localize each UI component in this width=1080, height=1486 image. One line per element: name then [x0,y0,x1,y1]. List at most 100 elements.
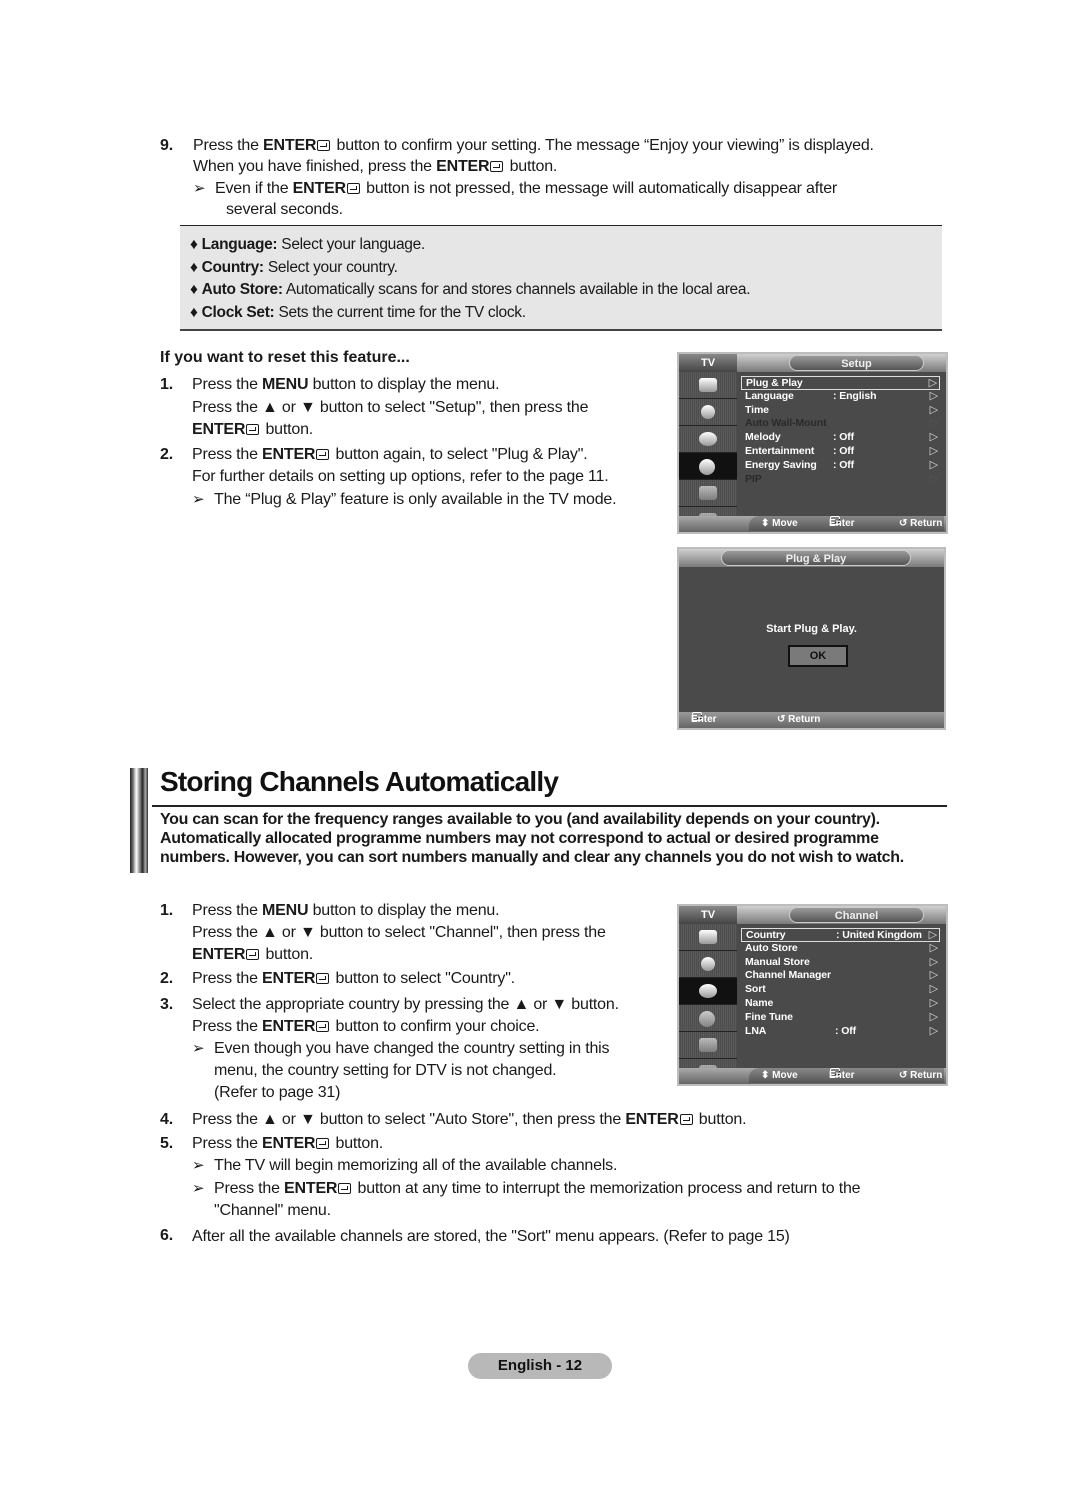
enter-icon [317,140,331,151]
enter-icon [316,973,330,984]
enter-icon [316,448,330,460]
menu-item-label: Fine Tune [745,1010,793,1023]
osd-menu-item[interactable]: Plug & Play ▷ [741,376,940,390]
enter-icon [490,161,504,172]
chevron-right-icon: ▷ [928,377,937,389]
osd-title: Plug & Play [721,550,911,566]
menu-item-label: Time [745,403,769,416]
note-arrow-icon: ➢ [192,1157,205,1174]
chevron-right-icon: ▷ [929,955,938,968]
menu-item-label: Channel Manager [745,969,832,982]
menu-item-label: Auto Store [745,941,798,954]
note-auto-store: ♦ Auto Store: Automatically scans for an… [190,281,751,298]
osd-message: Start Plug & Play. [766,623,857,635]
osd-menu-item[interactable]: Manual Store ▷ [741,956,940,970]
osd-menu-item[interactable]: Language : English ▷ [741,390,940,404]
menu-item-label: Name [745,996,774,1009]
page-number: English - 12 [468,1353,612,1379]
note-arrow-icon: ➢ [193,180,206,197]
osd-menu-item[interactable]: Sort ▷ [741,983,940,997]
note-language: ♦ Language: Select your language. [190,236,425,253]
note-arrow-icon: ➢ [192,1040,205,1057]
section-intro: You can scan for the frequency ranges av… [160,811,904,866]
channel-osd-menu: TV Channel Country: United Kingdom ▷ Auto … [677,904,948,1086]
reset-heading: If you want to reset this feature... [160,349,410,366]
osd-menu-item[interactable]: Time ▷ [741,404,940,418]
osd-menu-item[interactable]: Fine Tune ▷ [741,1011,940,1025]
menu-item-label: PIP [745,472,762,485]
menu-item-label: Plug & Play [746,377,803,389]
chevron-right-icon: ▷ [929,403,938,416]
enter-icon [679,1114,693,1125]
menu-item-label: Sort [745,983,766,996]
section-title: Storing Channels Automatically [160,766,559,797]
osd-menu-item[interactable]: LNA: Off ▷ [741,1025,940,1039]
chevron-right-icon: ▷ [929,431,938,444]
osd-menu-item[interactable]: PIP ▷ [741,473,940,487]
osd-menu-item[interactable]: Country : United Kingdom ▷ [741,928,940,942]
move-hint: ⬍ Move [761,518,798,529]
osd-menu-item[interactable]: Channel Manager ▷ [741,969,940,983]
menu-item-value: : Off [833,444,855,457]
menu-item-label: Language [745,389,794,402]
tv-label: TV [679,354,737,372]
step-number: 9. [160,137,173,154]
chevron-right-icon: ▷ [929,389,938,402]
osd-menu-item[interactable]: Entertainment : Off ▷ [741,445,940,459]
menu-item-label: Country [746,929,786,941]
picture-icon[interactable] [679,372,737,399]
setup-icon[interactable] [679,453,737,480]
note-clock-set: ♦ Clock Set: Sets the current time for t… [190,303,526,321]
osd-menu-item[interactable]: Melody: Off ▷ [741,431,940,445]
osd-menu-list: Plug & Play ▷ Language: English ▷ Time ▷ Auto … [741,376,940,486]
osd-footer: Enter ↺ Return [679,712,944,728]
menu-item-value: : United Kingdom [836,929,922,941]
osd-title: Channel [789,907,924,923]
chevron-right-icon: ▷ [928,929,937,941]
menu-item-value: : English [833,389,877,402]
input-icon[interactable] [679,480,737,507]
menu-item-label: Auto Wall-Mount [745,417,827,430]
feature-notes-box: ♦ Language: Select your language. ♦ Coun… [180,225,942,331]
osd-menu-list: Country: United Kingdom ▷ Auto Store ▷ Manua… [741,928,940,1038]
tv-label: TV [679,906,737,924]
picture-icon[interactable] [679,924,737,951]
enter-icon [316,1137,330,1149]
menu-item-value: : Off [833,431,855,444]
enter-icon [338,1182,352,1194]
input-icon[interactable] [679,1032,737,1059]
chevron-right-icon: ▷ [929,472,938,485]
chevron-right-icon: ▷ [929,417,938,430]
channel-steps-4-6: 4. Press the ▲ or ▼ button to select "Au… [160,1111,861,1245]
return-hint: ↺ Return [899,518,943,529]
menu-item-label: LNA [745,1024,767,1037]
osd-menu-item[interactable]: Name ▷ [741,997,940,1011]
channel-icon[interactable] [679,978,737,1005]
osd-sidebar [679,372,737,532]
osd-title: Setup [789,355,924,371]
chevron-right-icon: ▷ [929,458,938,471]
enter-icon [316,1021,330,1032]
osd-menu-item[interactable]: Auto Wall-Mount ▷ [741,417,940,431]
section-bar [130,768,148,873]
chevron-right-icon: ▷ [929,969,938,982]
sound-icon[interactable] [679,399,737,426]
setup-icon[interactable] [679,1005,737,1032]
osd-footer: ⬍ Move Enter ↺ Return [749,516,944,531]
osd-menu-item[interactable]: Auto Store ▷ [741,942,940,956]
sound-icon[interactable] [679,951,737,978]
menu-item-value: : Off [835,1024,857,1037]
note-country: ♦ Country: Select your country. [190,258,398,276]
return-hint: ↺ Return [777,714,821,725]
plug-and-play-osd: Plug & Play Start Plug & Play. OK Enter … [677,547,946,730]
menu-item-label: Entertainment [745,444,815,457]
ok-button[interactable]: OK [788,645,848,667]
chevron-right-icon: ▷ [929,444,938,457]
channel-icon[interactable] [679,426,737,453]
osd-menu-item[interactable]: Energy Saving: Off ▷ [741,459,940,473]
enter-icon [346,183,360,194]
enter-icon [246,424,260,435]
reset-steps: 1. Press the MENU button to display the … [160,374,660,511]
channel-steps-1-3: 1. Press the MENU button to display the … [160,902,619,1101]
chevron-right-icon: ▷ [929,941,938,954]
